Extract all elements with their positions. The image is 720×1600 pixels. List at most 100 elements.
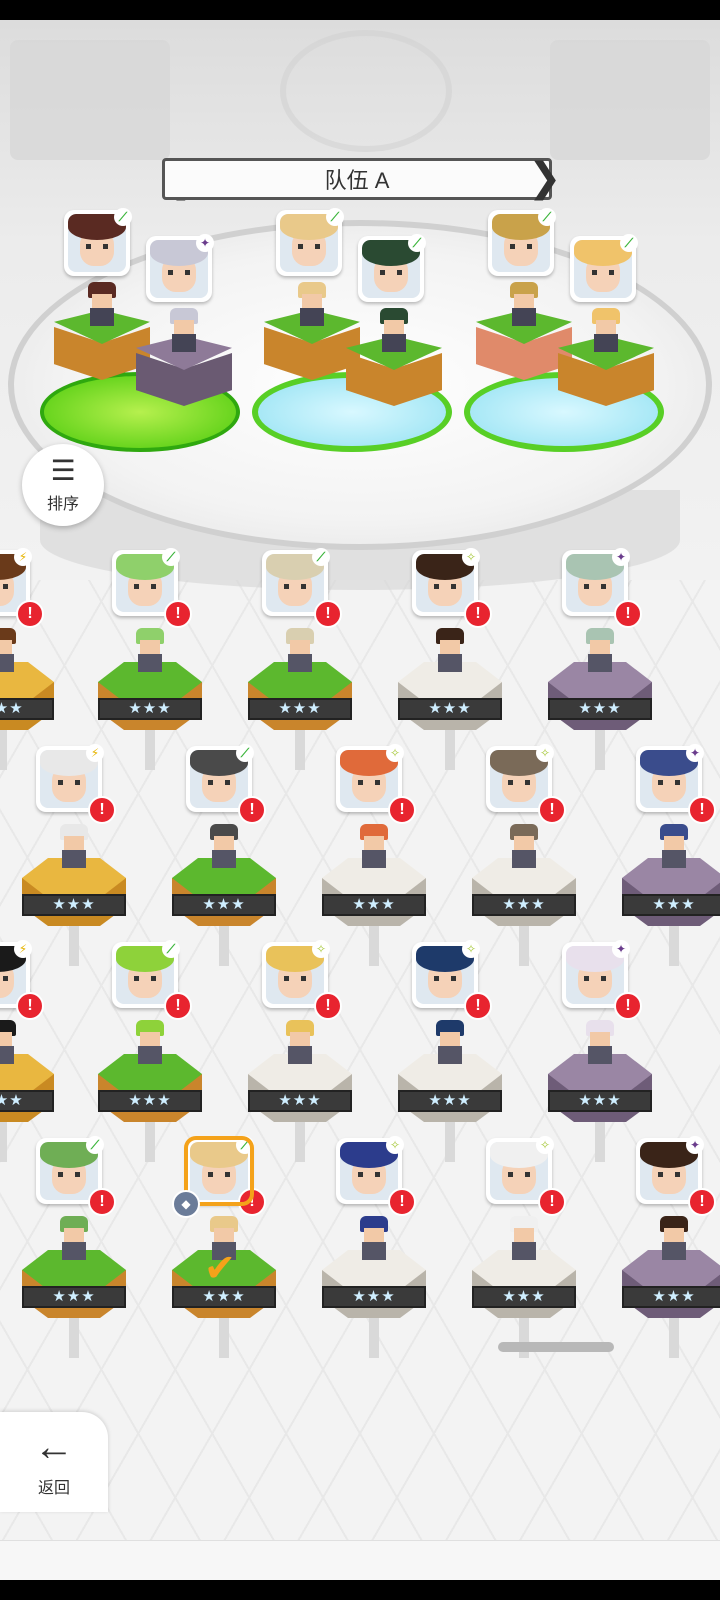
leaf-element-icon: ⟋	[162, 548, 180, 566]
team-character-sprite[interactable]	[166, 308, 202, 352]
leaf-element-icon: ⟋	[312, 548, 330, 566]
roster-character-unit[interactable]: ★★★	[322, 1216, 426, 1358]
sort-label: 排序	[46, 496, 79, 513]
character-sprite	[206, 824, 242, 868]
leaf-element-icon: ⟋	[236, 744, 254, 762]
roster-character-portrait[interactable]: ⚡!	[0, 548, 44, 628]
star-rating: ★★★	[0, 698, 54, 720]
roster-character-portrait[interactable]: ✧!	[336, 744, 416, 824]
team-character-sprite[interactable]	[376, 308, 412, 352]
roster-character-unit[interactable]: ★★★	[472, 1216, 576, 1358]
roster-character-portrait[interactable]: ✦!	[636, 1136, 716, 1216]
dark-element-icon: ✦	[686, 1136, 704, 1154]
star-rating: ★★★	[322, 894, 426, 916]
star-rating: ★★★	[98, 698, 202, 720]
character-sprite	[56, 824, 92, 868]
alert-badge: !	[464, 992, 492, 1020]
next-team-arrow[interactable]: ❯	[528, 156, 562, 202]
star-rating: ★★★	[398, 698, 502, 720]
roster-character-unit[interactable]: ★★★	[248, 628, 352, 770]
team-character-sprite[interactable]	[84, 282, 120, 326]
team-member-portrait[interactable]: ⟋	[276, 208, 344, 276]
dark-element-icon: ✦	[612, 940, 630, 958]
character-sprite	[656, 824, 692, 868]
roster-character-portrait[interactable]: ✧!	[412, 548, 492, 628]
star-rating: ★★★	[322, 1286, 426, 1308]
roster-character-portrait[interactable]: ✧!	[336, 1136, 416, 1216]
dark-element-icon: ✦	[612, 548, 630, 566]
star-rating: ★★★	[548, 1090, 652, 1112]
scroll-handle[interactable]	[498, 1342, 614, 1352]
roster-character-portrait[interactable]: ⟋!	[186, 744, 266, 824]
roster-character-portrait[interactable]: ✧!	[262, 940, 342, 1020]
roster-character-unit[interactable]: ★★★	[322, 824, 426, 966]
unit-pole	[669, 926, 679, 966]
roster-character-unit[interactable]: ★★★	[398, 1020, 502, 1162]
back-button[interactable]: ← 返回	[0, 1412, 108, 1512]
roster-character-portrait[interactable]: ✦!	[562, 940, 642, 1020]
roster-character-unit[interactable]: ★★★	[398, 628, 502, 770]
unit-pole	[69, 926, 79, 966]
roster-character-portrait[interactable]: ✦!	[636, 744, 716, 824]
team-member-portrait[interactable]: ⟋	[358, 234, 426, 302]
sort-button[interactable]: ☰ 排序	[22, 444, 104, 526]
star-rating: ★★★	[472, 1286, 576, 1308]
roster-character-portrait[interactable]: ✦!	[562, 548, 642, 628]
roster-character-unit[interactable]: ★★★	[548, 628, 652, 770]
team-member-portrait[interactable]: ⟋	[570, 234, 638, 302]
roster-character-unit[interactable]: ★★★	[248, 1020, 352, 1162]
character-sprite	[582, 628, 618, 672]
unit-pole	[0, 730, 7, 770]
leaf-element-icon: ⟋	[620, 234, 638, 252]
character-sprite	[356, 1216, 392, 1260]
roster-character-portrait[interactable]: ✧!	[412, 940, 492, 1020]
alert-badge: !	[16, 992, 44, 1020]
roster-character-unit[interactable]: ★★★	[98, 628, 202, 770]
unit-pole	[295, 1122, 305, 1162]
sparkle-element-icon: ✧	[386, 744, 404, 762]
roster-character-portrait[interactable]: ✧!	[486, 1136, 566, 1216]
team-member-portrait[interactable]: ⟋	[488, 208, 556, 276]
alert-badge: !	[88, 1188, 116, 1216]
roster-character-portrait[interactable]: ⚡!	[36, 744, 116, 824]
star-rating: ★★★	[22, 1286, 126, 1308]
roster-character-portrait[interactable]: ⟋!	[36, 1136, 116, 1216]
roster-character-unit[interactable]: ★★★	[472, 824, 576, 966]
leaf-element-icon: ⟋	[408, 234, 426, 252]
equipment-gem-icon: ◆	[172, 1190, 200, 1218]
character-sprite	[506, 1216, 542, 1260]
team-character-sprite[interactable]	[294, 282, 330, 326]
unit-pole	[369, 1318, 379, 1358]
alert-badge: !	[614, 600, 642, 628]
roster-character-portrait[interactable]: ⚡!	[0, 940, 44, 1020]
leaf-element-icon: ⟋	[162, 940, 180, 958]
star-rating: ★★★	[172, 894, 276, 916]
alert-badge: !	[164, 600, 192, 628]
roster-character-portrait[interactable]: ⟋!	[112, 548, 192, 628]
leaf-element-icon: ⟋	[538, 208, 556, 226]
unit-pole	[69, 1318, 79, 1358]
team-title-banner: 队伍 A	[162, 158, 552, 200]
roster-character-portrait[interactable]: ✧!	[486, 744, 566, 824]
leaf-element-icon: ⟋	[114, 208, 132, 226]
team-member-portrait[interactable]: ✦	[146, 234, 214, 302]
roster-character-unit[interactable]: ★★★	[622, 824, 720, 966]
bolt-element-icon: ⚡	[14, 940, 32, 958]
roster-character-unit[interactable]: ★★★	[172, 824, 276, 966]
alert-badge: !	[238, 796, 266, 824]
roster-character-unit[interactable]: ★★★	[548, 1020, 652, 1162]
unit-pole	[219, 1318, 229, 1358]
roster-character-unit[interactable]: ★★★	[22, 824, 126, 966]
roster-character-unit[interactable]: ★★★	[622, 1216, 720, 1358]
roster-character-portrait[interactable]: ⟋!	[112, 940, 192, 1020]
team-character-sprite[interactable]	[506, 282, 542, 326]
sparkle-element-icon: ✧	[536, 1136, 554, 1154]
team-character-sprite[interactable]	[588, 308, 624, 352]
roster-character-portrait[interactable]: ⟋!	[262, 548, 342, 628]
bottom-strip	[0, 1540, 720, 1580]
dark-element-icon: ✦	[196, 234, 214, 252]
star-rating: ★★★	[472, 894, 576, 916]
star-rating: ★★★	[622, 894, 720, 916]
roster-character-unit[interactable]: ★★★	[22, 1216, 126, 1358]
team-member-portrait[interactable]: ⟋	[64, 208, 132, 276]
